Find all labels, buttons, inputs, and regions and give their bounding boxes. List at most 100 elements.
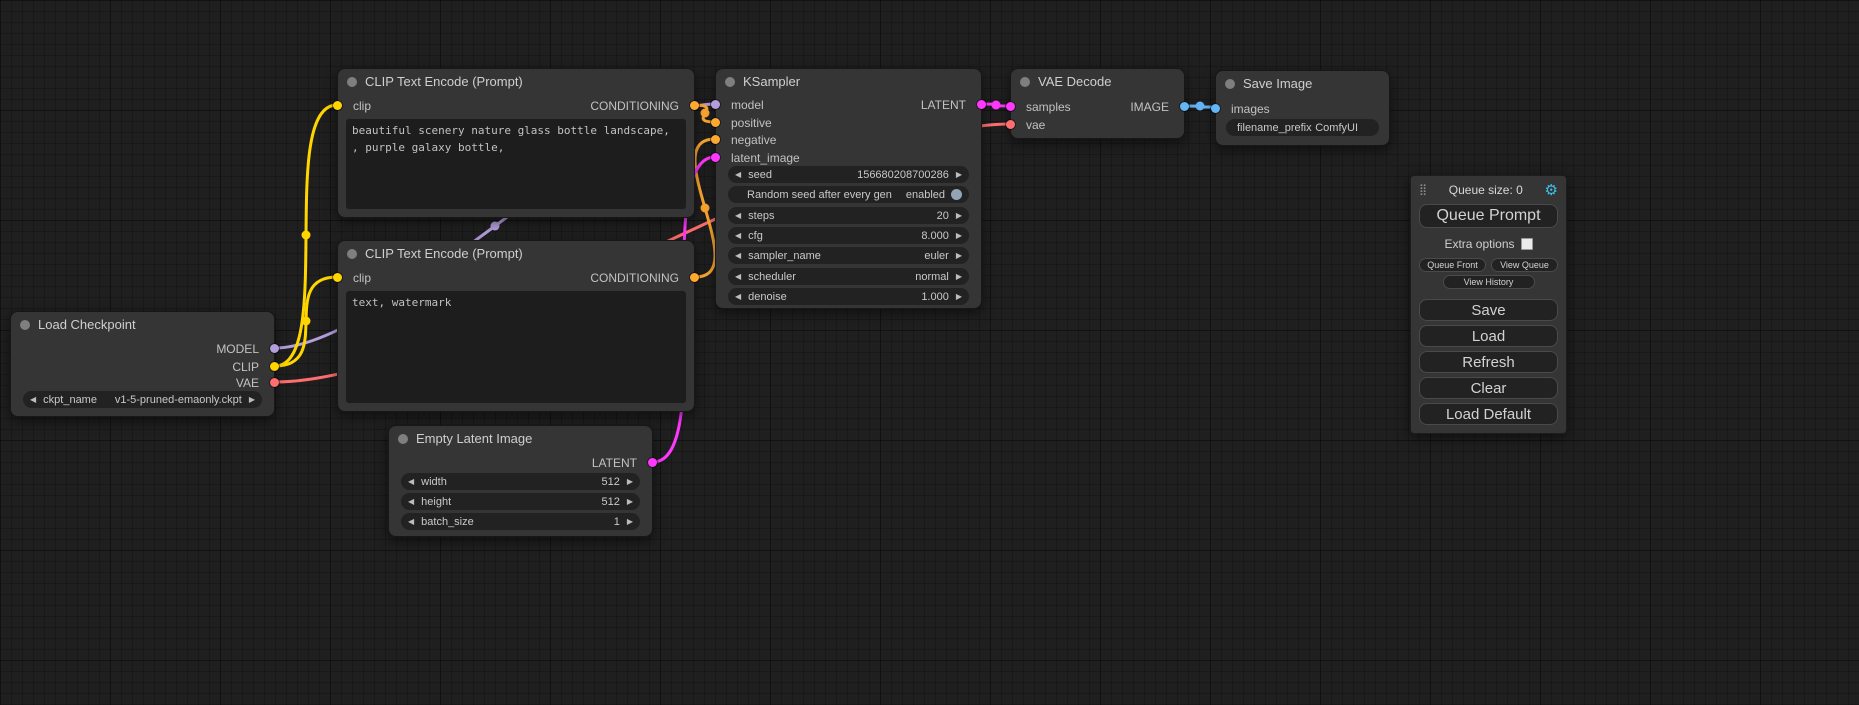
queue-prompt-button[interactable]: Queue Prompt (1419, 204, 1558, 228)
collapse-dot-icon[interactable] (347, 249, 357, 259)
seed-widget[interactable]: ◀ seed 156680208700286 ▶ (728, 166, 969, 183)
load-button[interactable]: Load (1419, 325, 1558, 347)
collapse-dot-icon[interactable] (347, 77, 357, 87)
random-seed-toggle-widget[interactable]: Random seed after every gen enabled (728, 186, 969, 203)
latent-output-port[interactable] (977, 100, 986, 109)
batch-size-widget[interactable]: ◀ batch_size 1 ▶ (401, 513, 640, 530)
filename-prefix-widget[interactable]: filename_prefix ComfyUI (1226, 119, 1379, 136)
decrement-arrow-icon[interactable]: ◀ (408, 513, 414, 530)
queue-size-label: Queue size: 0 (1427, 183, 1544, 197)
image-output-port[interactable] (1180, 102, 1189, 111)
decrement-arrow-icon[interactable]: ◀ (735, 227, 741, 244)
decrement-arrow-icon[interactable]: ◀ (408, 493, 414, 510)
clear-button[interactable]: Clear (1419, 377, 1558, 399)
increment-arrow-icon[interactable]: ▶ (249, 391, 255, 408)
decrement-arrow-icon[interactable]: ◀ (408, 473, 414, 490)
increment-arrow-icon[interactable]: ▶ (956, 166, 962, 183)
node-title-bar[interactable]: KSampler (716, 69, 981, 94)
widget-value: enabled (906, 189, 945, 201)
widget-value: euler (924, 250, 948, 262)
save-button[interactable]: Save (1419, 299, 1558, 321)
extra-options-checkbox[interactable] (1521, 238, 1533, 250)
ckpt-name-widget[interactable]: ◀ ckpt_name v1-5-pruned-emaonly.ckpt ▶ (23, 391, 262, 408)
toggle-knob-icon[interactable] (951, 189, 962, 200)
queue-front-button[interactable]: Queue Front (1419, 258, 1486, 272)
node-empty-latent-image[interactable]: Empty Latent Image LATENT ◀ width 512 ▶ … (388, 425, 653, 537)
input-label-images: images (1231, 101, 1270, 117)
latent-output-port[interactable] (648, 458, 657, 467)
node-ksampler[interactable]: KSampler model positive negative latent_… (715, 68, 982, 309)
increment-arrow-icon[interactable]: ▶ (956, 268, 962, 285)
vae-output-port[interactable] (270, 378, 279, 387)
widget-value: v1-5-pruned-emaonly.ckpt (115, 394, 242, 406)
node-title-bar[interactable]: VAE Decode (1011, 69, 1184, 94)
widget-label: Random seed after every gen (747, 189, 892, 201)
node-title-bar[interactable]: CLIP Text Encode (Prompt) (338, 69, 694, 94)
image-wire-midpoint-dot (1196, 102, 1205, 111)
refresh-button[interactable]: Refresh (1419, 351, 1558, 373)
positive-prompt-textarea[interactable]: beautiful scenery nature glass bottle la… (346, 119, 686, 209)
decrement-arrow-icon[interactable]: ◀ (30, 391, 36, 408)
main-menu-panel[interactable]: ⣿ Queue size: 0 ⚙ Queue Prompt Extra opt… (1410, 175, 1567, 434)
model-input-port[interactable] (711, 100, 720, 109)
collapse-dot-icon[interactable] (398, 434, 408, 444)
decrement-arrow-icon[interactable]: ◀ (735, 288, 741, 305)
output-label-image: IMAGE (1130, 99, 1169, 115)
node-title-bar[interactable]: Save Image (1216, 71, 1389, 96)
node-title-bar[interactable]: Load Checkpoint (11, 312, 274, 337)
conditioning-output-port[interactable] (690, 273, 699, 282)
increment-arrow-icon[interactable]: ▶ (956, 227, 962, 244)
increment-arrow-icon[interactable]: ▶ (956, 207, 962, 224)
width-widget[interactable]: ◀ width 512 ▶ (401, 473, 640, 490)
collapse-dot-icon[interactable] (1225, 79, 1235, 89)
node-title-bar[interactable]: Empty Latent Image (389, 426, 652, 451)
widget-label: batch_size (421, 516, 474, 528)
view-queue-button[interactable]: View Queue (1491, 258, 1558, 272)
load-default-button[interactable]: Load Default (1419, 403, 1558, 425)
node-save-image[interactable]: Save Image images filename_prefix ComfyU… (1215, 70, 1390, 146)
height-widget[interactable]: ◀ height 512 ▶ (401, 493, 640, 510)
decrement-arrow-icon[interactable]: ◀ (735, 247, 741, 264)
decrement-arrow-icon[interactable]: ◀ (735, 268, 741, 285)
decrement-arrow-icon[interactable]: ◀ (735, 166, 741, 183)
clip-input-port[interactable] (333, 101, 342, 110)
collapse-dot-icon[interactable] (1020, 77, 1030, 87)
negative-prompt-textarea[interactable]: text, watermark (346, 291, 686, 403)
drag-handle-icon[interactable]: ⣿ (1419, 185, 1427, 196)
denoise-widget[interactable]: ◀ denoise 1.000 ▶ (728, 288, 969, 305)
samples-input-port[interactable] (1006, 102, 1015, 111)
images-input-port[interactable] (1211, 104, 1220, 113)
sampler-name-widget[interactable]: ◀ sampler_name euler ▶ (728, 247, 969, 264)
extra-options-label: Extra options (1444, 237, 1514, 251)
scheduler-widget[interactable]: ◀ scheduler normal ▶ (728, 268, 969, 285)
collapse-dot-icon[interactable] (20, 320, 30, 330)
node-clip-text-encode-negative[interactable]: CLIP Text Encode (Prompt) clip CONDITION… (337, 240, 695, 412)
increment-arrow-icon[interactable]: ▶ (627, 493, 633, 510)
model-output-port[interactable] (270, 344, 279, 353)
node-vae-decode[interactable]: VAE Decode samples vae IMAGE (1010, 68, 1185, 139)
input-label-model: model (731, 97, 764, 113)
increment-arrow-icon[interactable]: ▶ (956, 288, 962, 305)
collapse-dot-icon[interactable] (725, 77, 735, 87)
settings-gear-icon[interactable]: ⚙ (1545, 183, 1558, 198)
increment-arrow-icon[interactable]: ▶ (956, 247, 962, 264)
steps-widget[interactable]: ◀ steps 20 ▶ (728, 207, 969, 224)
latent-image-input-port[interactable] (711, 153, 720, 162)
positive-input-port[interactable] (711, 118, 720, 127)
clip-output-port[interactable] (270, 362, 279, 371)
decrement-arrow-icon[interactable]: ◀ (735, 207, 741, 224)
output-label-vae: VAE (236, 375, 259, 391)
clip-input-port[interactable] (333, 273, 342, 282)
node-graph-canvas[interactable]: Load Checkpoint MODEL CLIP VAE ◀ ckpt_na… (0, 0, 1859, 705)
conditioning-output-port[interactable] (690, 101, 699, 110)
node-title-bar[interactable]: CLIP Text Encode (Prompt) (338, 241, 694, 266)
increment-arrow-icon[interactable]: ▶ (627, 513, 633, 530)
cfg-widget[interactable]: ◀ cfg 8.000 ▶ (728, 227, 969, 244)
node-title: CLIP Text Encode (Prompt) (365, 246, 523, 261)
node-clip-text-encode-positive[interactable]: CLIP Text Encode (Prompt) clip CONDITION… (337, 68, 695, 218)
negative-input-port[interactable] (711, 135, 720, 144)
view-history-button[interactable]: View History (1443, 275, 1535, 289)
node-load-checkpoint[interactable]: Load Checkpoint MODEL CLIP VAE ◀ ckpt_na… (10, 311, 275, 417)
vae-input-port[interactable] (1006, 120, 1015, 129)
increment-arrow-icon[interactable]: ▶ (627, 473, 633, 490)
